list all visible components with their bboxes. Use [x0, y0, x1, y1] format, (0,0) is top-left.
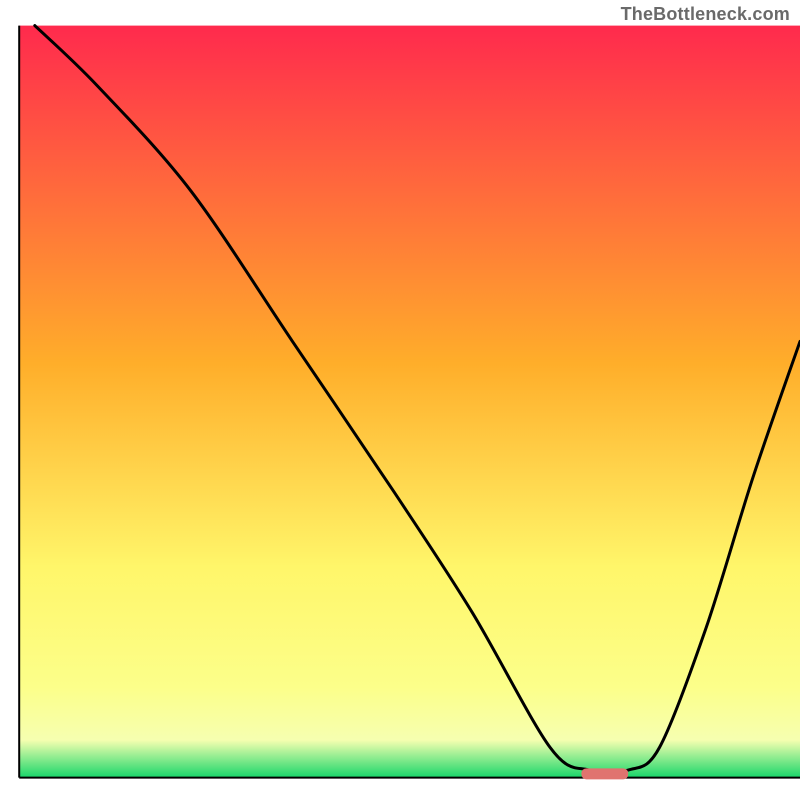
- chart-container: TheBottleneck.com: [0, 0, 800, 800]
- watermark-label: TheBottleneck.com: [621, 4, 790, 25]
- gradient-background: [19, 26, 800, 778]
- bottleneck-chart: [0, 0, 800, 800]
- optimal-marker: [581, 768, 628, 779]
